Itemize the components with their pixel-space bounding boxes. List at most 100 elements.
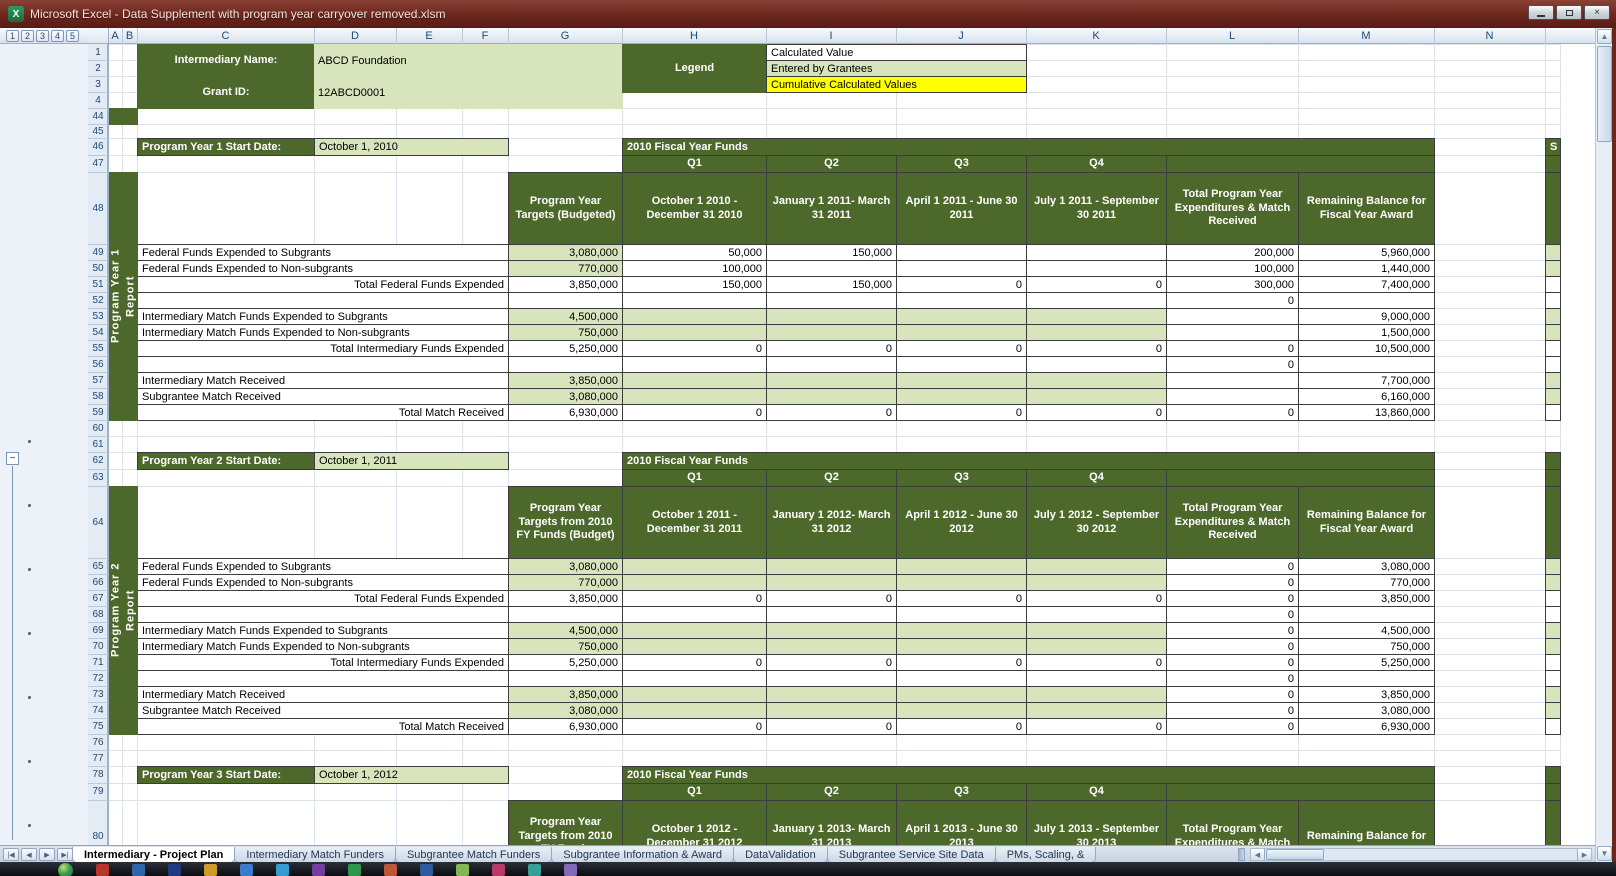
taskbar-icon[interactable] xyxy=(420,864,433,876)
row-header-4[interactable]: 4 xyxy=(88,92,109,109)
row-header-1[interactable]: 1 xyxy=(88,44,109,61)
row-header-58[interactable]: 58 xyxy=(88,388,109,405)
sheet-tab-pms-scaling[interactable]: PMs, Scaling, & xyxy=(995,847,1097,863)
sheet-tab-subgrantee-match-funders[interactable]: Subgrantee Match Funders xyxy=(395,847,552,863)
taskbar-icon[interactable] xyxy=(528,864,541,876)
row-header-74[interactable]: 74 xyxy=(88,702,109,719)
row-header-66[interactable]: 66 xyxy=(88,574,109,591)
sheet-tab-intermediary-match-funders[interactable]: Intermediary Match Funders xyxy=(234,847,396,863)
column-header-F[interactable]: F xyxy=(462,28,509,44)
row-header-47[interactable]: 47 xyxy=(88,155,109,173)
window-controls: × xyxy=(1526,5,1610,20)
tab-nav-first-icon[interactable]: |◀ xyxy=(3,848,19,861)
row-header-72[interactable]: 72 xyxy=(88,670,109,687)
row-header-67[interactable]: 67 xyxy=(88,590,109,607)
row-header-51[interactable]: 51 xyxy=(88,276,109,293)
row-header-60[interactable]: 60 xyxy=(88,420,109,437)
outline-level-button-5[interactable]: 5 xyxy=(66,30,79,42)
row-header-70[interactable]: 70 xyxy=(88,638,109,655)
row-header-78[interactable]: 78 xyxy=(88,766,109,784)
row-header-57[interactable]: 57 xyxy=(88,372,109,389)
row-header-46[interactable]: 46 xyxy=(88,138,109,156)
tab-nav-previous-icon[interactable]: ◀ xyxy=(21,848,37,861)
column-header-I[interactable]: I xyxy=(766,28,897,44)
scroll-down-icon[interactable]: ▼ xyxy=(1597,846,1612,861)
column-header-K[interactable]: K xyxy=(1026,28,1167,44)
row-header-79[interactable]: 79 xyxy=(88,783,109,801)
outline-level-button-3[interactable]: 3 xyxy=(36,30,49,42)
scroll-left-icon[interactable]: ◀ xyxy=(1251,849,1265,860)
row-header-49[interactable]: 49 xyxy=(88,244,109,261)
taskbar-icon[interactable] xyxy=(312,864,325,876)
scroll-right-icon[interactable]: ▶ xyxy=(1577,849,1591,860)
row-header-68[interactable]: 68 xyxy=(88,606,109,623)
row-header-3[interactable]: 3 xyxy=(88,76,109,93)
taskbar-icon[interactable] xyxy=(348,864,361,876)
restore-button[interactable] xyxy=(1556,5,1582,20)
sheet-tab-datavalidation[interactable]: DataValidation xyxy=(733,847,828,863)
row-header-45[interactable]: 45 xyxy=(88,124,109,139)
column-header-D[interactable]: D xyxy=(314,28,397,44)
row-header-61[interactable]: 61 xyxy=(88,436,109,453)
taskbar-icon[interactable] xyxy=(240,864,253,876)
row-header-77[interactable]: 77 xyxy=(88,750,109,767)
taskbar-icon[interactable] xyxy=(492,864,505,876)
tab-split-handle[interactable] xyxy=(1238,848,1245,861)
taskbar-icon[interactable] xyxy=(276,864,289,876)
column-header-C[interactable]: C xyxy=(137,28,315,44)
scroll-up-icon[interactable]: ▲ xyxy=(1597,29,1612,44)
row-header-55[interactable]: 55 xyxy=(88,340,109,357)
sheet-tab-subgrantee-information-award[interactable]: Subgrantee Information & Award xyxy=(551,847,734,863)
taskbar-icon[interactable] xyxy=(456,864,469,876)
outline-level-button-2[interactable]: 2 xyxy=(21,30,34,42)
row-header-52[interactable]: 52 xyxy=(88,292,109,309)
row-header-50[interactable]: 50 xyxy=(88,260,109,277)
vertical-scrollbar-thumb[interactable] xyxy=(1597,46,1612,142)
row-header-63[interactable]: 63 xyxy=(88,469,109,487)
minimize-button[interactable] xyxy=(1528,5,1554,20)
tab-nav-next-icon[interactable]: ▶ xyxy=(39,848,55,861)
row-header-2[interactable]: 2 xyxy=(88,60,109,77)
outline-level-button-4[interactable]: 4 xyxy=(51,30,64,42)
horizontal-scrollbar-thumb[interactable] xyxy=(1266,849,1324,860)
taskbar-icon[interactable] xyxy=(564,864,577,876)
tab-nav-last-icon[interactable]: ▶| xyxy=(57,848,73,861)
row-header-76[interactable]: 76 xyxy=(88,734,109,751)
row-header-56[interactable]: 56 xyxy=(88,356,109,373)
taskbar-icon[interactable] xyxy=(384,864,397,876)
column-header-H[interactable]: H xyxy=(622,28,767,44)
row-header-44[interactable]: 44 xyxy=(88,108,109,125)
column-header-A[interactable]: A xyxy=(108,28,123,44)
column-header-L[interactable]: L xyxy=(1166,28,1299,44)
row-header-54[interactable]: 54 xyxy=(88,324,109,341)
horizontal-scrollbar[interactable]: ◀ ▶ xyxy=(1250,848,1592,861)
close-button[interactable]: × xyxy=(1584,5,1610,20)
row-header-65[interactable]: 65 xyxy=(88,558,109,575)
taskbar-icon[interactable] xyxy=(204,864,217,876)
select-all-corner[interactable] xyxy=(88,28,109,43)
outline-level-button-1[interactable]: 1 xyxy=(6,30,19,42)
row-header-64[interactable]: 64 xyxy=(88,486,109,559)
sheet-tab-subgrantee-service-site-data[interactable]: Subgrantee Service Site Data xyxy=(827,847,996,863)
taskbar-icon[interactable] xyxy=(168,864,181,876)
row-header-62[interactable]: 62 xyxy=(88,452,109,470)
row-header-73[interactable]: 73 xyxy=(88,686,109,703)
vertical-scrollbar[interactable]: ▲ ▼ xyxy=(1595,28,1612,862)
row-header-48[interactable]: 48 xyxy=(88,172,109,245)
taskbar-icon[interactable] xyxy=(132,864,145,876)
row-header-69[interactable]: 69 xyxy=(88,622,109,639)
row-header-71[interactable]: 71 xyxy=(88,654,109,671)
column-header-B[interactable]: B xyxy=(122,28,138,44)
column-header-J[interactable]: J xyxy=(896,28,1027,44)
row-header-59[interactable]: 59 xyxy=(88,404,109,421)
column-header-M[interactable]: M xyxy=(1298,28,1435,44)
excel-app-icon: X xyxy=(8,6,24,22)
taskbar-icon[interactable] xyxy=(96,864,109,876)
column-header-E[interactable]: E xyxy=(396,28,463,44)
column-header-N[interactable]: N xyxy=(1434,28,1546,44)
column-header-G[interactable]: G xyxy=(508,28,623,44)
start-button[interactable] xyxy=(58,863,73,876)
row-header-75[interactable]: 75 xyxy=(88,718,109,735)
row-header-53[interactable]: 53 xyxy=(88,308,109,325)
sheet-tab-intermediary-project-plan[interactable]: Intermediary - Project Plan xyxy=(72,847,235,863)
